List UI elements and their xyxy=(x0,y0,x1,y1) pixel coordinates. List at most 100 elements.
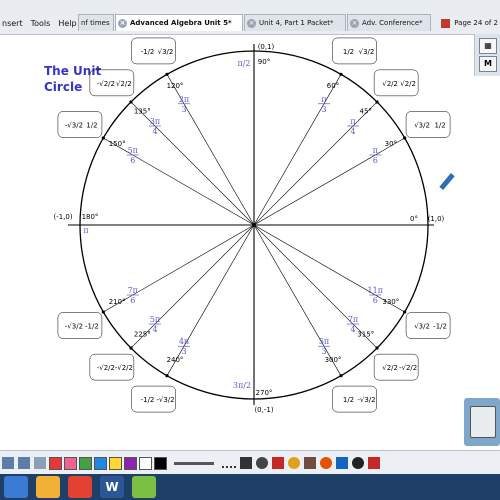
color-swatch[interactable] xyxy=(154,456,167,470)
folder-icon[interactable] xyxy=(36,476,60,498)
axis-radian-180: π xyxy=(83,226,88,235)
tab-unit-4[interactable]: × Unit 4, Part 1 Packet* xyxy=(244,14,346,31)
nav-forward-icon[interactable] xyxy=(18,457,30,469)
smart-icon[interactable] xyxy=(132,476,156,498)
panel-icon[interactable]: ▦ xyxy=(479,38,497,54)
page-indicator: Page 24 of 2 xyxy=(441,14,498,32)
radian-denominator-330: 6 xyxy=(373,296,378,305)
nav-back-icon[interactable] xyxy=(2,457,14,469)
menu-item-help[interactable]: Help xyxy=(58,19,76,28)
coordinate-x-150: -√3/2 xyxy=(65,122,83,130)
color-swatch[interactable] xyxy=(124,456,137,470)
radian-denominator-210: 6 xyxy=(130,296,135,305)
circle-point-210 xyxy=(101,310,105,314)
word-icon[interactable]: W xyxy=(100,476,124,498)
coordinate-y-240: -√3/2 xyxy=(156,396,174,404)
radian-numerator-300: 5π xyxy=(319,337,329,346)
radian-numerator-210: 7π xyxy=(128,286,138,295)
radian-numerator-60: π xyxy=(321,95,326,104)
app-label: W xyxy=(105,480,119,494)
grid-icon[interactable] xyxy=(34,457,46,469)
radian-numerator-240: 4π xyxy=(179,337,189,346)
radian-denominator-60: 3 xyxy=(321,105,326,114)
color-swatch[interactable] xyxy=(139,456,152,470)
pen-size-slider[interactable] xyxy=(174,461,214,465)
circle-point-315 xyxy=(375,346,379,350)
trash-icon[interactable] xyxy=(464,398,500,446)
chrome-icon[interactable] xyxy=(68,476,92,498)
radian-numerator-330: 11π xyxy=(368,286,383,295)
menu-bar: nsert Tools Help xyxy=(0,14,83,32)
whiteboard-canvas[interactable]: The Unit Circle 30° π 6 √3/2 1/2 45° π 4 √2/2 √2/2 6… xyxy=(0,34,474,450)
circle-point-240 xyxy=(165,374,169,378)
text-icon[interactable] xyxy=(336,457,348,469)
close-icon[interactable]: × xyxy=(247,18,256,28)
axis-degree-90: 90° xyxy=(258,58,270,66)
circle-point-330 xyxy=(403,310,407,314)
color-swatch[interactable] xyxy=(64,456,77,470)
menu-item-tools[interactable]: Tools xyxy=(31,19,51,28)
coordinate-y-135: √2/2 xyxy=(116,80,132,88)
undo-icon[interactable] xyxy=(352,457,364,469)
degree-label-330: 330° xyxy=(382,298,399,306)
radian-denominator-225: 4 xyxy=(152,325,157,334)
close-icon[interactable]: × xyxy=(118,18,127,28)
shape-icon[interactable] xyxy=(304,457,316,469)
coordinate-y-330: -1/2 xyxy=(433,323,447,331)
pen-cursor-icon xyxy=(439,173,455,191)
axis-radian-270: 3π/2 xyxy=(233,381,251,390)
tab-adv-conference[interactable]: × Adv. Conference* xyxy=(347,14,431,31)
radius-line-300 xyxy=(253,224,342,376)
m-button[interactable]: M xyxy=(479,56,497,72)
circle-point-120 xyxy=(165,72,169,76)
drawing-toolbar xyxy=(0,450,500,475)
diagram-title-line1: The Unit xyxy=(44,64,101,78)
color-swatch[interactable] xyxy=(109,456,122,470)
radian-denominator-120: 3 xyxy=(181,105,186,114)
degree-label-135: 135° xyxy=(134,107,151,115)
coordinate-x-135: -√2/2 xyxy=(97,80,115,88)
degree-label-120: 120° xyxy=(167,82,184,90)
radius-line-210 xyxy=(103,224,255,313)
coordinate-x-45: √2/2 xyxy=(382,80,398,88)
coordinate-y-120: √3/2 xyxy=(158,48,174,56)
color-swatch[interactable] xyxy=(94,456,107,470)
degree-label-30: 30° xyxy=(385,140,397,148)
axis-coordinate-0: (1,0) xyxy=(428,215,445,223)
eraser-icon[interactable] xyxy=(288,457,300,469)
circle-point-225 xyxy=(129,346,133,350)
coordinate-y-150: 1/2 xyxy=(86,122,97,130)
axis-degree-0: 0° xyxy=(410,215,418,223)
radius-line-240 xyxy=(166,224,255,376)
radian-numerator-225: 5π xyxy=(150,315,160,324)
close-icon[interactable]: × xyxy=(350,18,359,28)
menu-item-insert[interactable]: nsert xyxy=(2,19,23,28)
radian-denominator-240: 3 xyxy=(181,347,186,356)
radian-numerator-150: 5π xyxy=(128,146,138,155)
pen-icon[interactable] xyxy=(256,457,268,469)
radius-line-30 xyxy=(253,137,405,226)
select-icon[interactable] xyxy=(240,457,252,469)
tab-advanced-algebra[interactable]: × Advanced Algebra Unit 5* xyxy=(115,14,243,31)
radian-numerator-120: 2π xyxy=(179,95,189,104)
tab-label: Unit 4, Part 1 Packet* xyxy=(259,19,334,27)
circle-point-150 xyxy=(101,136,105,140)
start-icon[interactable] xyxy=(4,476,28,498)
tab-nf-times[interactable]: nf times xyxy=(78,14,114,31)
radian-denominator-45: 4 xyxy=(350,127,355,136)
circle-point-30 xyxy=(403,136,407,140)
page-indicator-text: Page 24 of 2 xyxy=(454,19,498,27)
redo-icon[interactable] xyxy=(368,457,380,469)
degree-label-240: 240° xyxy=(167,356,184,364)
coordinate-x-300: 1/2 xyxy=(343,396,354,404)
radian-numerator-315: 7π xyxy=(348,315,358,324)
color-swatch[interactable] xyxy=(79,456,92,470)
coordinate-x-225: -√2/2 xyxy=(97,364,115,372)
fill-icon[interactable] xyxy=(320,457,332,469)
color-swatch[interactable] xyxy=(49,456,62,470)
coordinate-x-30: √3/2 xyxy=(414,122,430,130)
coordinate-x-60: 1/2 xyxy=(343,48,354,56)
highlighter-icon[interactable] xyxy=(272,457,284,469)
line-style-icon[interactable] xyxy=(222,458,236,468)
windows-taskbar: W xyxy=(0,474,500,500)
